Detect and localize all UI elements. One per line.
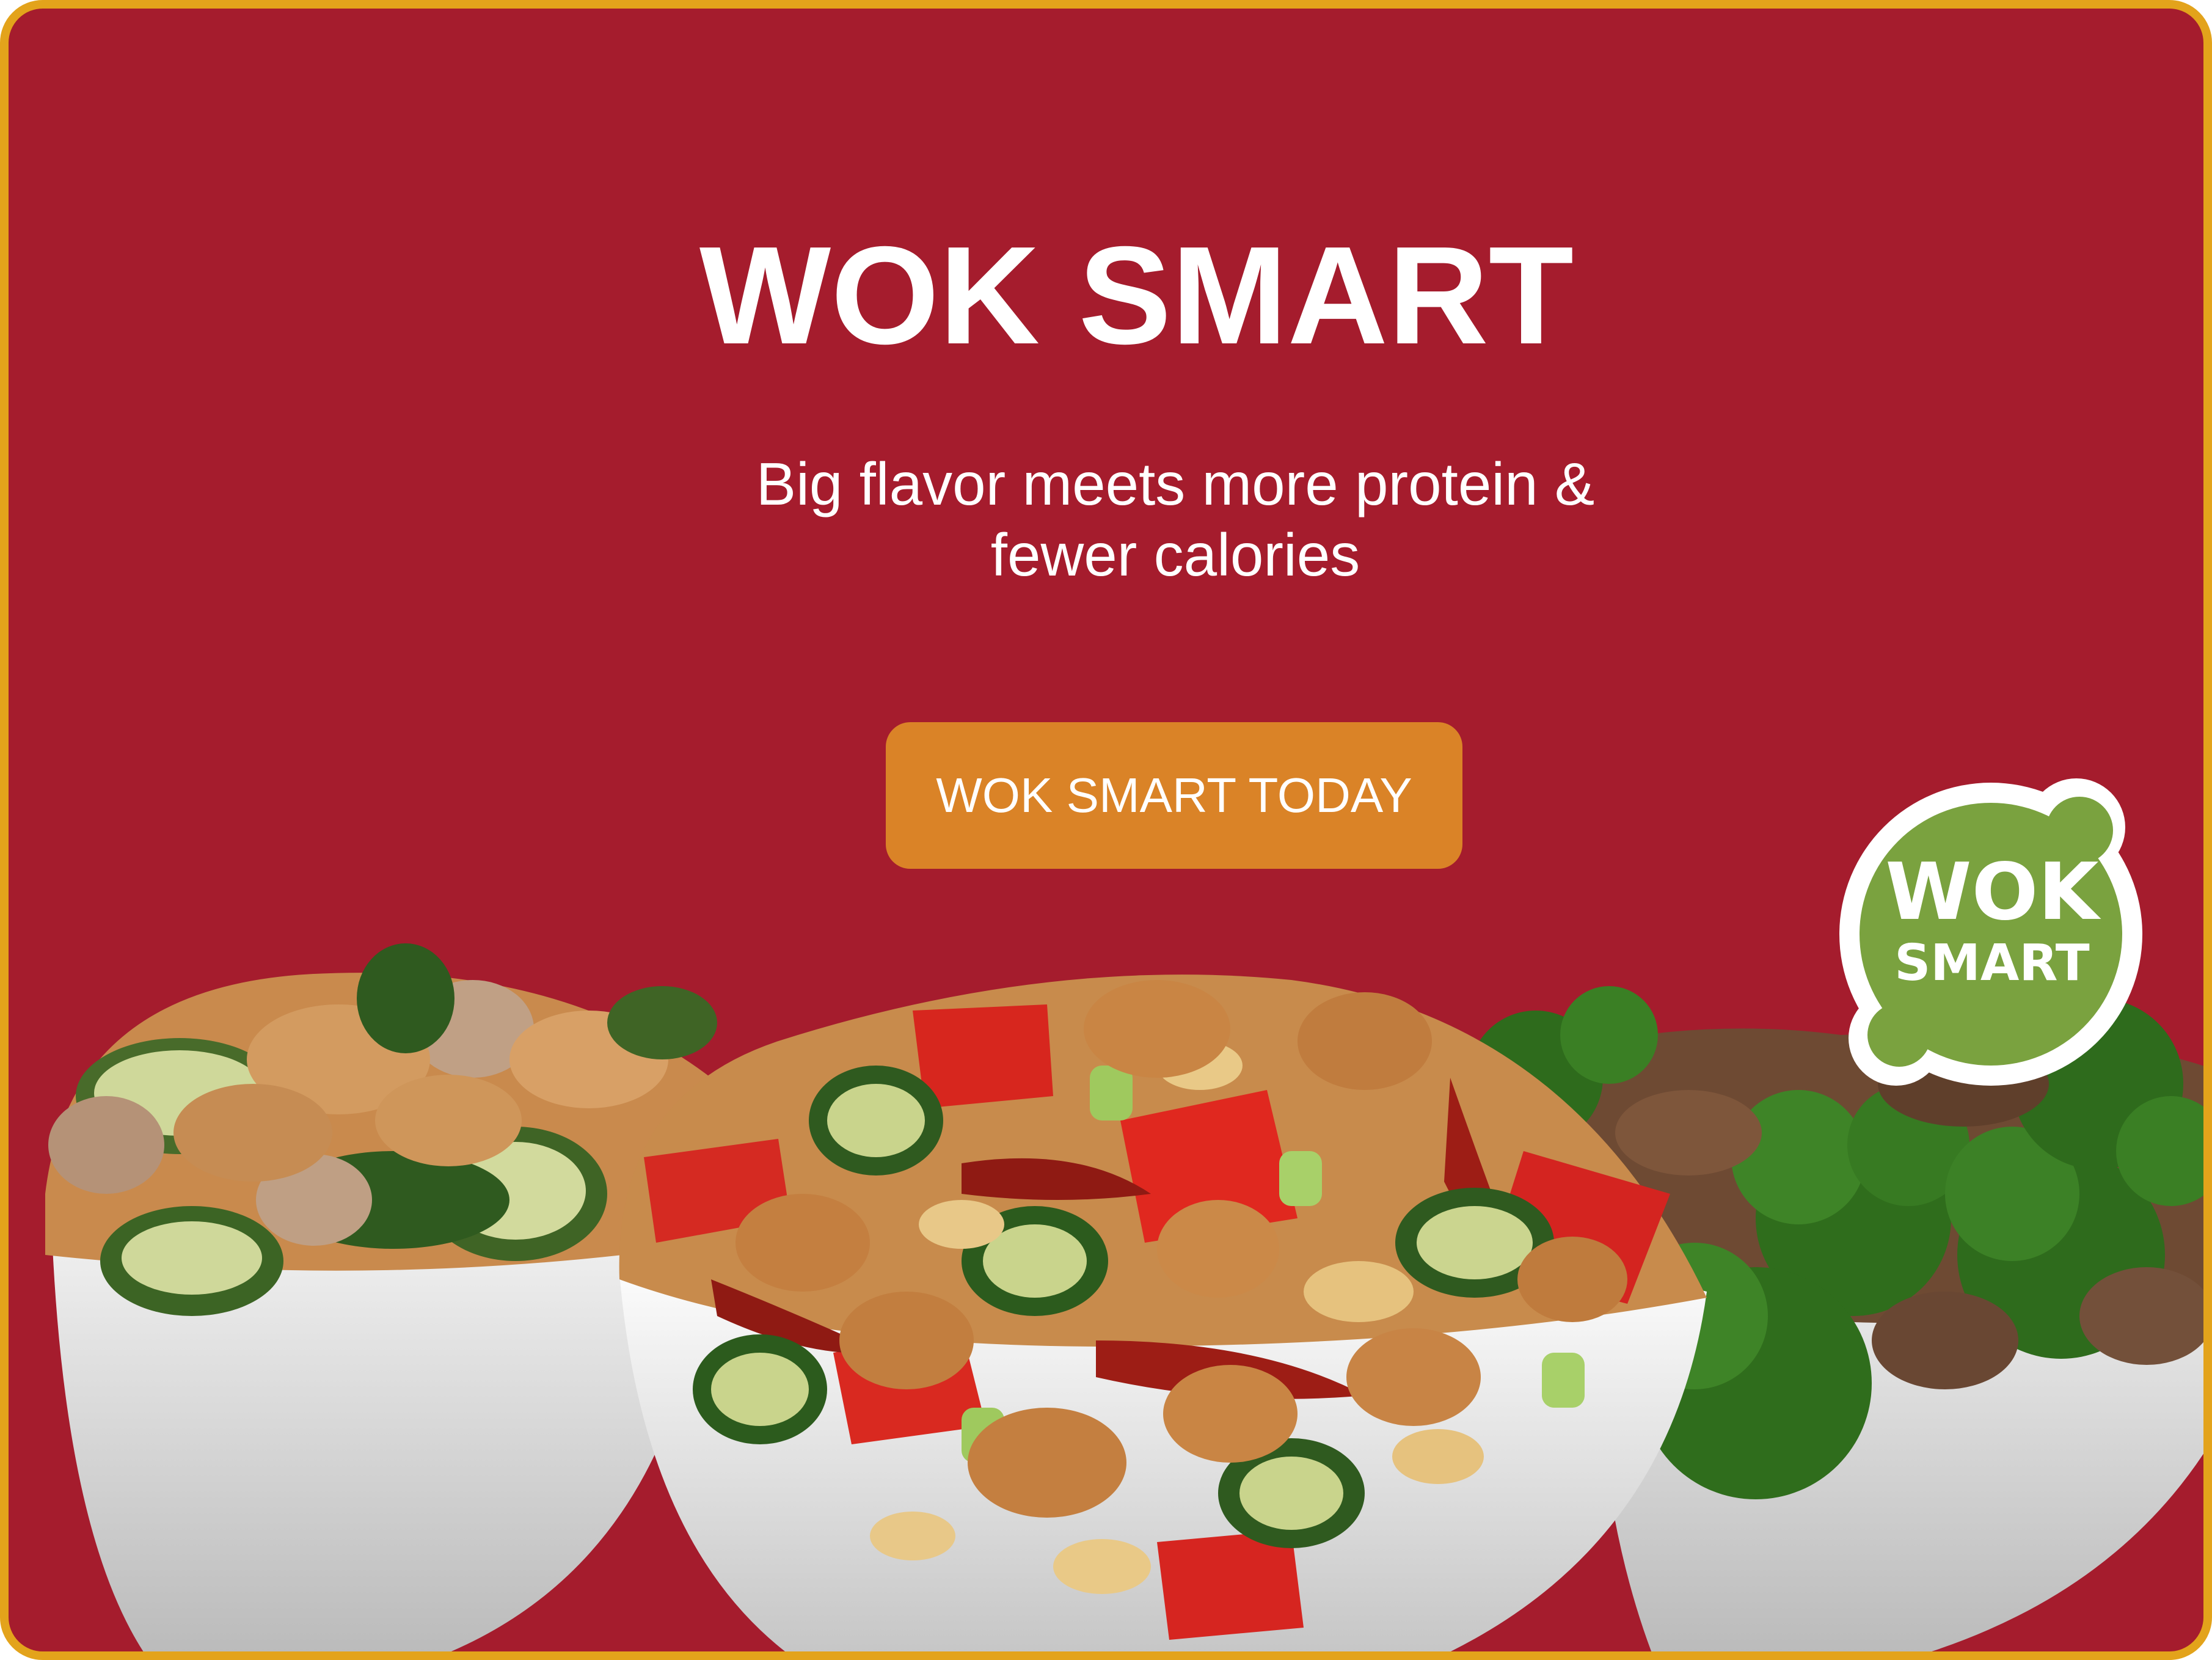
badge-line-smart: SMART [1894,934,2090,992]
hero-subtitle: Big flavor meets more protein & fewer ca… [756,450,1595,588]
left-bowl [45,943,717,1651]
page-title: WOK SMART [699,218,1574,373]
wok-smart-badge: WOK SMART [1839,778,2142,1086]
badge-line-wok: WOK [1885,847,2101,938]
wok-smart-today-button[interactable]: WOK SMART TODAY [886,722,1462,869]
promo-card: WOK SMART Big flavor meets more protein … [0,0,2212,1660]
